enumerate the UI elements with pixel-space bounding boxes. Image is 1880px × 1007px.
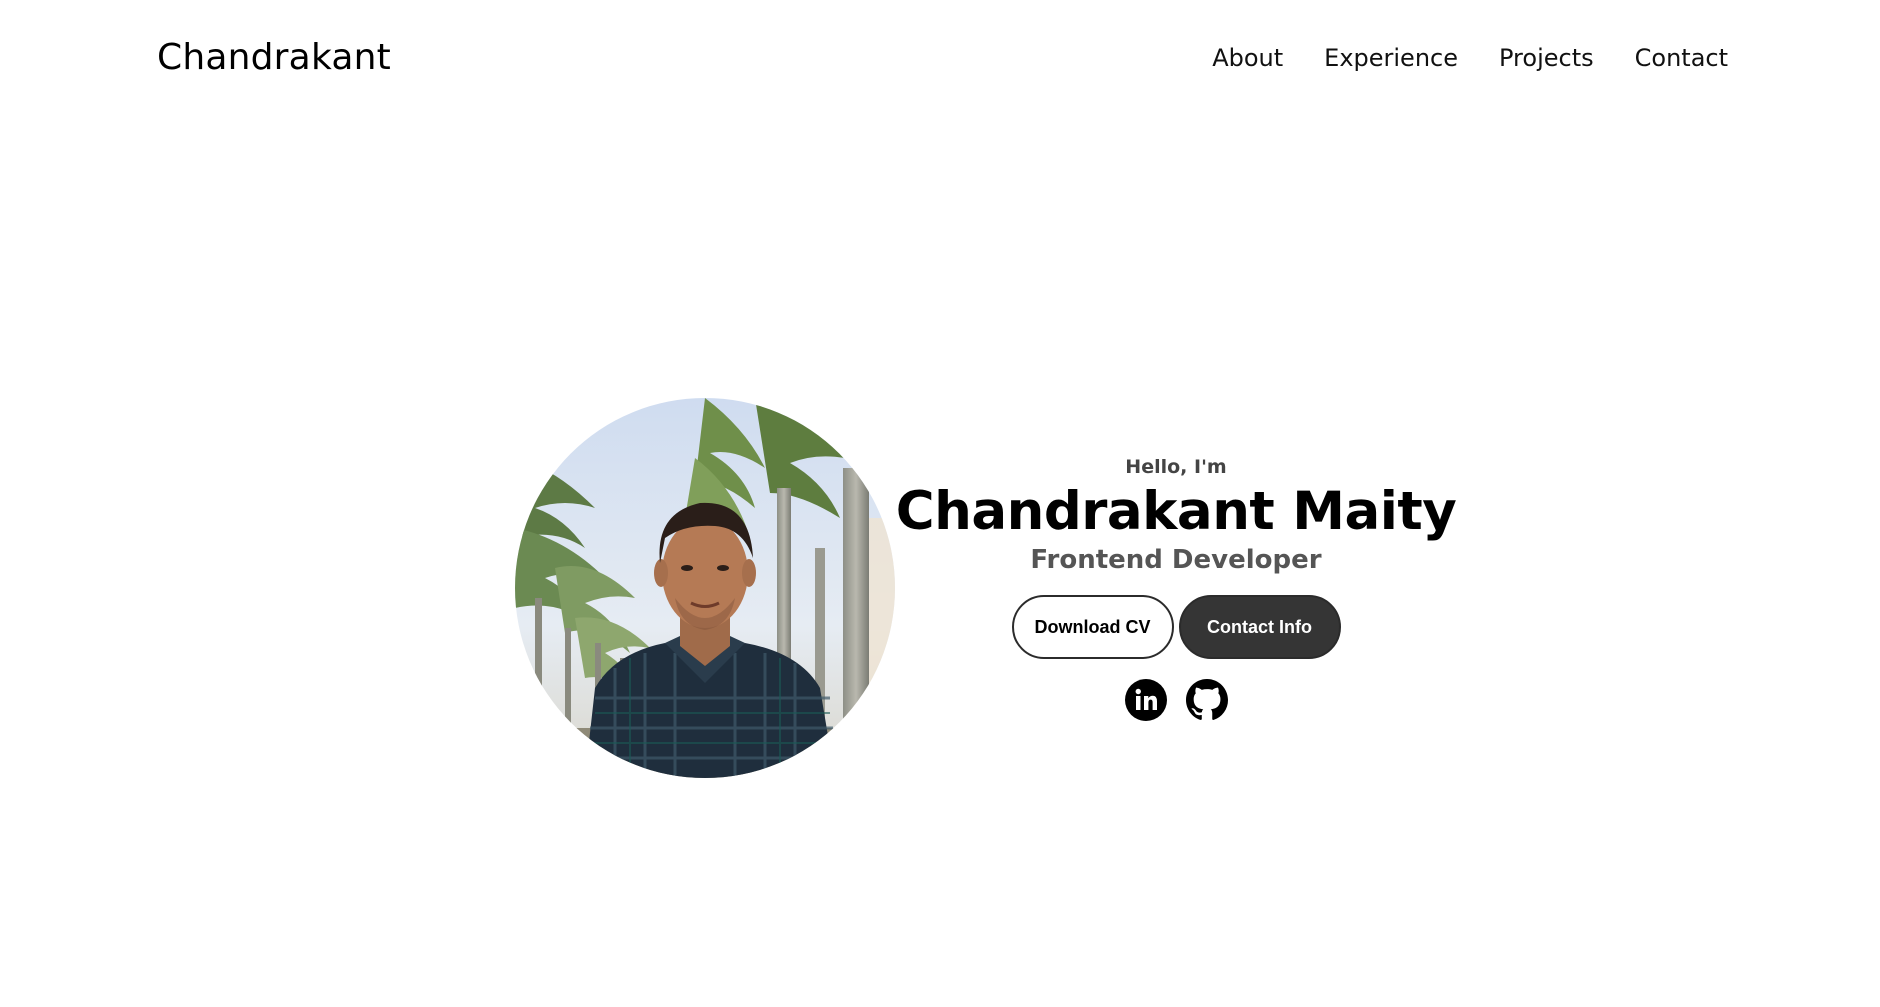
nav-item-about: About [1212,40,1283,76]
hero-text: Hello, I'm Chandrakant Maity Frontend De… [896,455,1457,721]
profile-photo [515,398,895,778]
hero-section: Hello, I'm Chandrakant Maity Frontend De… [515,398,1457,778]
nav-link-projects[interactable]: Projects [1499,44,1594,72]
nav-item-experience: Experience [1324,40,1458,76]
nav-item-contact: Contact [1635,40,1728,76]
github-icon[interactable] [1185,679,1228,721]
social-links [1124,679,1228,721]
download-cv-button[interactable]: Download CV [1011,595,1174,659]
top-navigation: Chandrakant About Experience Projects Co… [0,0,1880,118]
hero-name: Chandrakant Maity [895,481,1457,542]
linkedin-icon[interactable] [1124,679,1167,721]
contact-info-button[interactable]: Contact Info [1178,595,1341,659]
portfolio-page: Chandrakant About Experience Projects Co… [0,0,1880,1007]
nav-link-experience[interactable]: Experience [1324,44,1458,72]
nav-link-contact[interactable]: Contact [1635,44,1728,72]
nav-link-about[interactable]: About [1212,44,1283,72]
nav-item-projects: Projects [1499,40,1594,76]
greeting-text: Hello, I'm [1125,456,1227,478]
hero-role: Frontend Developer [1030,545,1322,575]
nav-links: About Experience Projects Contact [1212,40,1728,76]
site-logo[interactable]: Chandrakant [157,36,391,80]
hero-buttons: Download CV Contact Info [1011,595,1341,659]
